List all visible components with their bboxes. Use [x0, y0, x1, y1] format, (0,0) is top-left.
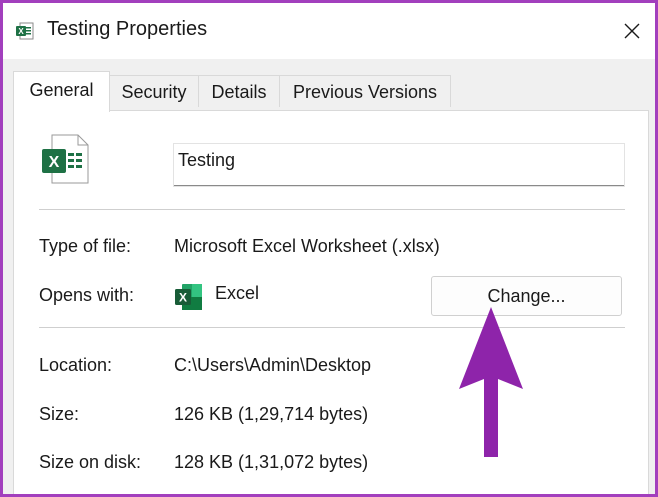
- excel-file-icon: X: [16, 22, 34, 40]
- tab-security[interactable]: Security: [109, 75, 199, 107]
- close-icon: [624, 23, 640, 39]
- properties-window: X Testing Properties General Security De…: [3, 3, 655, 494]
- location-label: Location:: [39, 355, 113, 375]
- svg-text:X: X: [18, 27, 24, 36]
- size-label: Size:: [39, 404, 80, 424]
- tab-previous-versions[interactable]: Previous Versions: [279, 75, 451, 107]
- tab-general[interactable]: General: [13, 71, 110, 112]
- svg-text:X: X: [49, 154, 60, 171]
- size-on-disk-value: 128 KB (1,31,072 bytes): [174, 452, 369, 472]
- divider: [39, 209, 625, 210]
- opens-with-label: Opens with:: [39, 285, 135, 305]
- close-button[interactable]: [609, 3, 655, 59]
- general-panel: X Testing Type of file: Microsoft Excel …: [13, 110, 649, 494]
- file-name-value: Testing: [178, 150, 236, 170]
- location-value: C:\Users\Admin\Desktop: [174, 355, 372, 375]
- annotation-arrow-icon: [459, 307, 523, 457]
- excel-document-icon: X: [42, 134, 89, 184]
- type-of-file-value: Microsoft Excel Worksheet (.xlsx): [174, 236, 440, 256]
- divider: [39, 327, 625, 328]
- window-title: Testing Properties: [47, 18, 208, 40]
- tab-details[interactable]: Details: [198, 75, 280, 107]
- file-name-input[interactable]: Testing: [174, 144, 624, 186]
- size-value: 126 KB (1,29,714 bytes): [174, 404, 369, 424]
- opens-with-app: Excel: [215, 283, 260, 303]
- excel-app-icon: X: [175, 284, 202, 310]
- title-bar: X Testing Properties: [3, 3, 655, 59]
- svg-text:X: X: [179, 291, 187, 305]
- type-of-file-label: Type of file:: [39, 236, 132, 256]
- size-on-disk-label: Size on disk:: [39, 452, 142, 472]
